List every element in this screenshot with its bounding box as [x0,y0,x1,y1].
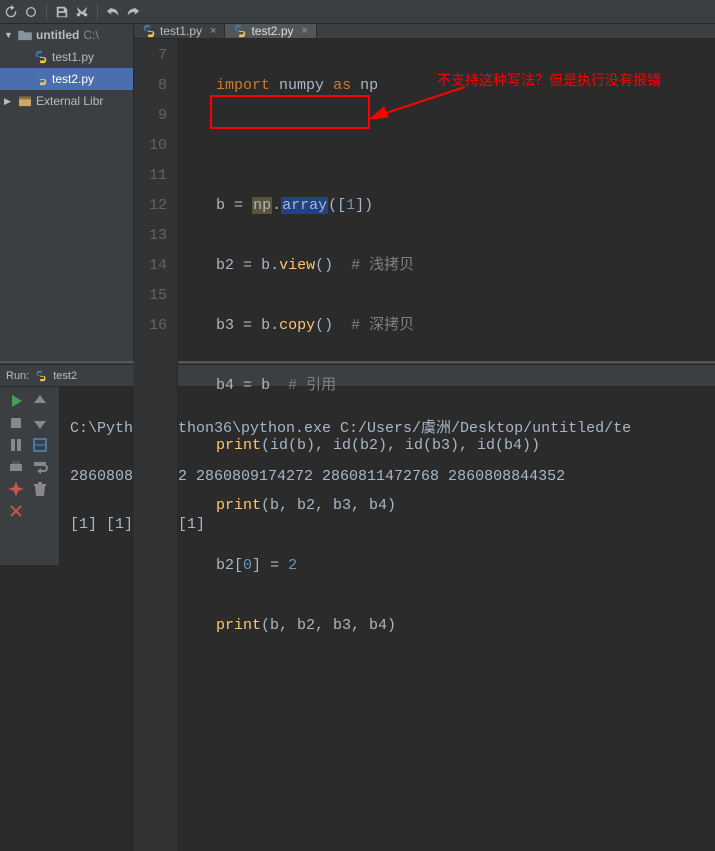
rerun-icon[interactable] [8,393,24,409]
python-file-icon [35,370,47,382]
external-libraries[interactable]: ▶ External Libr [0,90,133,112]
redo-icon[interactable] [126,5,140,19]
up-icon[interactable] [32,393,48,409]
code-line: b2 = b.view() # 浅拷贝 [216,251,540,281]
editor-area: test1.py × test2.py × 7 8 9 10 11 12 13 … [134,24,715,361]
top-toolbar [0,0,715,24]
file-item-test2[interactable]: test2.py [0,68,133,90]
code-line: print(id(b), id(b2), id(b3), id(b4)) [216,431,540,461]
close-icon[interactable]: × [210,25,216,37]
close-icon[interactable]: × [302,25,308,37]
tab-test1[interactable]: test1.py × [134,24,225,38]
tab-test2[interactable]: test2.py × [225,24,316,38]
external-label: External Libr [36,94,103,108]
code-editor[interactable]: 7 8 9 10 11 12 13 14 15 16 import numpy … [134,39,715,851]
editor-tabs: test1.py × test2.py × [134,24,715,39]
line-numbers: 7 8 9 10 11 12 13 14 15 16 [134,39,178,851]
spark-icon[interactable] [8,481,24,497]
folder-icon [18,29,32,41]
save-icon[interactable] [55,5,69,19]
run-toolbar [0,387,60,565]
run-label: Run: [6,370,29,382]
circle-icon[interactable] [24,5,38,19]
python-file-icon [142,24,156,38]
code-line [216,131,540,161]
chevron-down-icon[interactable]: ▼ [4,30,14,40]
python-file-icon [34,72,48,86]
undo-icon[interactable] [106,5,120,19]
file-label: test1.py [52,50,94,64]
layout-icon[interactable] [32,437,48,453]
sync-icon[interactable] [4,5,18,19]
code-content[interactable]: import numpy as np b = np.array([1]) b2 … [178,39,540,851]
project-root[interactable]: ▼ untitled C:\ [0,24,133,46]
run-config: test2 [53,370,77,382]
code-line: print(b, b2, b3, b4) [216,491,540,521]
python-file-icon [233,24,247,38]
close-panel-icon[interactable] [8,503,24,519]
trash-icon[interactable] [32,481,48,497]
project-path: C:\ [83,28,98,42]
pause-icon[interactable] [8,437,24,453]
python-file-icon [34,50,48,64]
project-tree: ▼ untitled C:\ test1.py test2.py ▶ Exter… [0,24,134,361]
file-label: test2.py [52,72,94,86]
file-item-test1[interactable]: test1.py [0,46,133,68]
code-line: b = np.array([1]) [216,191,540,221]
wrap-icon[interactable] [32,459,48,475]
annotation-text: 不支持这种写法？但是执行没有报错 [437,65,661,95]
code-line: b2[0] = 2 [216,551,540,581]
down-icon[interactable] [32,415,48,431]
print-icon[interactable] [8,459,24,475]
tab-label: test1.py [160,24,202,38]
chevron-right-icon[interactable]: ▶ [4,96,14,107]
code-line: b3 = b.copy() # 深拷贝 [216,311,540,341]
project-name: untitled [36,28,79,42]
code-line: print(b, b2, b3, b4) [216,611,540,641]
cut-icon[interactable] [75,5,89,19]
library-icon [18,95,32,107]
main-area: ▼ untitled C:\ test1.py test2.py ▶ Exter… [0,24,715,362]
stop-icon[interactable] [8,415,24,431]
tab-label: test2.py [251,24,293,38]
code-line: b4 = b # 引用 [216,371,540,401]
